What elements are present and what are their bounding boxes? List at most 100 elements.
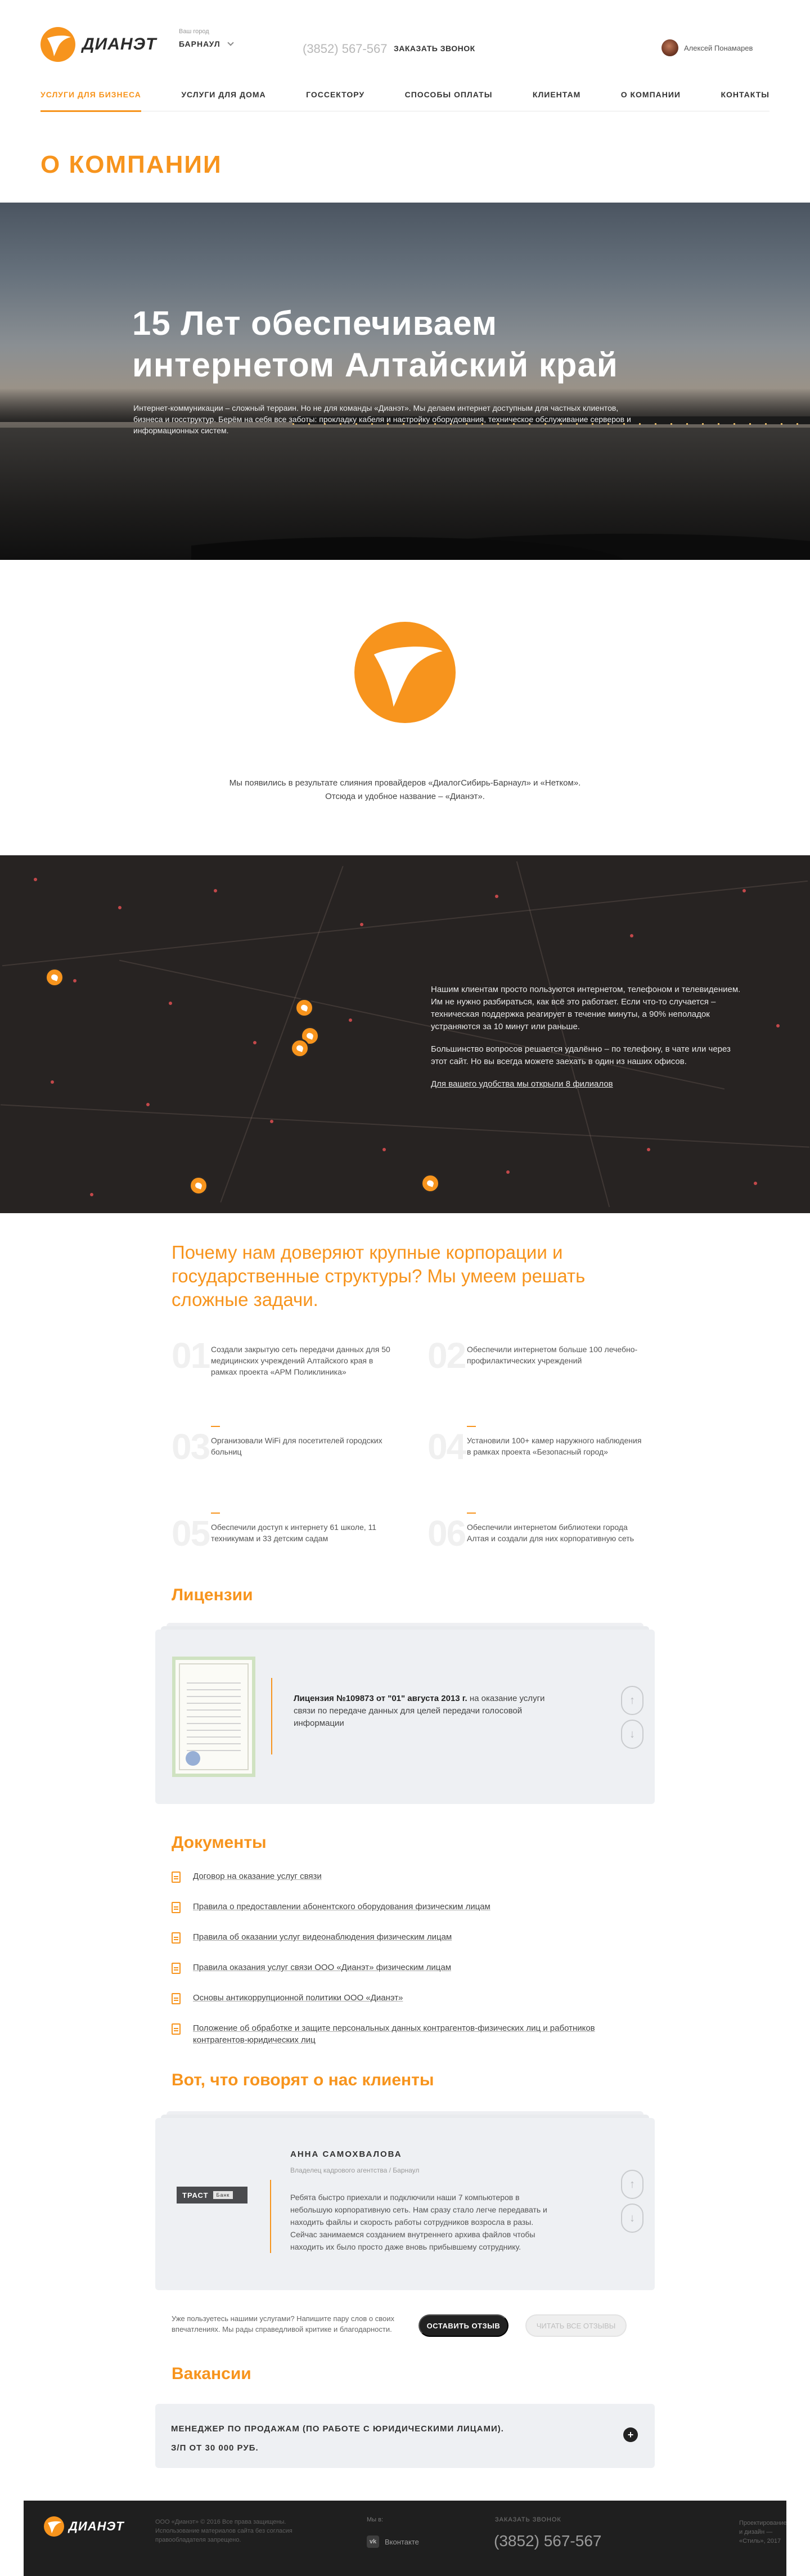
expand-icon[interactable]: + (623, 2427, 638, 2442)
branch-pin-icon[interactable] (290, 1039, 309, 1058)
map-town-dot (169, 1002, 172, 1005)
footer-order-call-link[interactable]: ЗАКАЗАТЬ ЗВОНОК (495, 2516, 561, 2523)
documents-heading: Документы (172, 1833, 267, 1852)
trust-item: 02 Обеспечили интернетом больше 100 лече… (428, 1335, 664, 1389)
footer-logo-text: ДИАНЭТ (69, 2519, 124, 2533)
prev-arrow-button[interactable]: ↑ (621, 1686, 644, 1715)
about-line-2: Отсюда и удобное название – «Дианэт». (325, 792, 485, 801)
arrow-down-icon: ↓ (629, 1727, 635, 1740)
copyright: ООО «Дианэт» © 2016 Все права защищены. … (155, 2519, 292, 2543)
document-link[interactable]: Правила о предоставлении абонентского об… (193, 1901, 490, 1913)
client-logo: ТРАСТ Банк (177, 2187, 248, 2203)
document-icon (172, 1872, 181, 1883)
vk-link[interactable]: vk Вконтакте (367, 2535, 419, 2548)
client-logo-sub: Банк (213, 2191, 233, 2199)
map-town-dot (34, 878, 37, 881)
vacancy-salary: З/П ОТ 30 000 РУБ. (171, 2443, 259, 2453)
nav-item-gov[interactable]: ГОССЕКТОРУ (306, 84, 364, 111)
logo-mark-icon (44, 2516, 64, 2537)
document-item: Договор на оказание услуг связи (172, 1870, 633, 1883)
map-town-dot (630, 934, 633, 937)
main-nav: УСЛУГИ ДЛЯ БИЗНЕСА УСЛУГИ ДЛЯ ДОМА ГОССЕ… (40, 84, 770, 112)
hero-rocks (191, 518, 810, 560)
map-town-dot (495, 895, 498, 898)
document-link[interactable]: Правила об оказании услуг видеонаблюдени… (193, 1931, 452, 1943)
map-road (0, 1104, 810, 1148)
nav-item-payment[interactable]: СПОСОБЫ ОПЛАТЫ (405, 84, 493, 111)
arrow-down-icon: ↓ (629, 2211, 635, 2224)
map-town-dot (90, 1193, 93, 1196)
trust-text: Обеспечили интернетом библиотеки города … (467, 1523, 634, 1543)
review-text: Ребята быстро приехали и подключили наши… (290, 2193, 547, 2251)
site-logo[interactable]: ДИАНЭТ (40, 27, 156, 62)
branch-pin-icon[interactable] (295, 998, 314, 1017)
prev-arrow-button[interactable]: ↑ (621, 2170, 644, 2199)
trust-number: 03 (172, 1426, 210, 1467)
site-header: ДИАНЭТ Ваш город БАРНАУЛ (3852) 567-567 … (0, 0, 810, 118)
document-icon (172, 1902, 181, 1913)
nav-item-home[interactable]: УСЛУГИ ДЛЯ ДОМА (181, 84, 266, 111)
trust-divider (211, 1426, 220, 1427)
avatar (662, 39, 678, 56)
hero-text: Интернет-коммуникации – сложный терраин.… (133, 403, 631, 435)
document-link[interactable]: Основы антикоррупционной политики ООО «Д… (193, 1992, 403, 2004)
next-arrow-button[interactable]: ↓ (621, 2203, 644, 2233)
chevron-down-icon (227, 39, 234, 46)
trust-divider (211, 1513, 220, 1514)
header-phone[interactable]: (3852) 567-567 (303, 42, 387, 56)
trust-divider (467, 1426, 476, 1427)
document-icon (172, 1963, 181, 1974)
city-value[interactable]: БАРНАУЛ (179, 39, 234, 48)
map-town-dot (349, 1018, 352, 1022)
trust-text: Организовали WiFi для посетителей городс… (211, 1436, 382, 1456)
branches-map[interactable]: Нашим клиентам просто пользуются интерне… (0, 855, 810, 1213)
branch-pin-icon[interactable] (45, 968, 64, 987)
map-town-dot (118, 906, 122, 909)
user-profile[interactable]: Алексей Понамарев (662, 39, 753, 56)
trust-item: 06 Обеспечили интернетом библиотеки горо… (428, 1513, 664, 1567)
card-divider (270, 2180, 271, 2253)
license-text: Лицензия №109873 от "01" августа 2013 г.… (294, 1693, 564, 1730)
nav-item-contacts[interactable]: КОНТАКТЫ (721, 84, 769, 111)
trust-title: Почему нам доверяют крупные корпорации и… (172, 1242, 586, 1310)
trust-item: 05 Обеспечили доступ к интернету 61 школ… (172, 1513, 408, 1567)
order-call-link[interactable]: ЗАКАЗАТЬ ЗВОНОК (394, 44, 475, 53)
vacancy-item[interactable]: МЕНЕДЖЕР ПО ПРОДАЖАМ (ПО РАБОТЕ С ЮРИДИЧ… (155, 2404, 655, 2468)
page-title: О КОМПАНИИ (40, 151, 222, 178)
reviews-carousel: ТРАСТ Банк АННА САМОХВАЛОВА Владелец кад… (155, 2111, 655, 2292)
map-town-dot (146, 1103, 150, 1106)
map-town-dot (382, 1148, 386, 1151)
footer-phone[interactable]: (3852) 567-567 (494, 2532, 601, 2550)
document-item: Основы антикоррупционной политики ООО «Д… (172, 1992, 633, 2004)
map-road (220, 865, 344, 1203)
map-town-dot (360, 923, 363, 926)
branch-pin-icon[interactable] (421, 1174, 440, 1193)
document-icon (172, 1993, 181, 2004)
vacancies-heading: Вакансии (172, 2364, 251, 2383)
license-card: Лицензия №109873 от "01" августа 2013 г.… (155, 1630, 655, 1804)
document-link[interactable]: Положение об обработке и защите персонал… (193, 2022, 633, 2046)
map-description: Нашим клиентам просто пользуются интерне… (431, 984, 746, 1090)
branch-pin-icon[interactable] (189, 1176, 208, 1195)
license-title: Лицензия №109873 от "01" августа 2013 г. (294, 1694, 467, 1703)
nav-item-clients[interactable]: КЛИЕНТАМ (533, 84, 580, 111)
nav-item-business[interactable]: УСЛУГИ ДЛЯ БИЗНЕСА (40, 84, 141, 112)
document-link[interactable]: Правила оказания услуг связи ООО «Дианэт… (193, 1962, 451, 1973)
vk-label: Вконтакте (385, 2537, 419, 2546)
read-all-reviews-button[interactable]: ЧИТАТЬ ВСЕ ОТЗЫВЫ (525, 2314, 627, 2337)
license-document-image[interactable] (172, 1657, 255, 1777)
map-town-dot (506, 1170, 510, 1174)
nav-item-about[interactable]: О КОМПАНИИ (621, 84, 681, 111)
license-lines (187, 1682, 241, 1757)
trust-number: 02 (428, 1335, 466, 1376)
review-card: ТРАСТ Банк АННА САМОХВАЛОВА Владелец кад… (155, 2118, 655, 2290)
trust-text: Установили 100+ камер наружного наблюден… (467, 1436, 642, 1456)
next-arrow-button[interactable]: ↓ (621, 1720, 644, 1749)
footer-logo[interactable]: ДИАНЭТ (44, 2516, 124, 2537)
branches-link[interactable]: Для вашего удобства мы открыли 8 филиало… (431, 1079, 613, 1089)
document-link[interactable]: Договор на оказание услуг связи (193, 1870, 322, 1882)
site-footer: ДИАНЭТ ООО «Дианэт» © 2016 Все права защ… (24, 2501, 787, 2576)
license-stamp (186, 1751, 200, 1766)
leave-review-button[interactable]: ОСТАВИТЬ ОТЗЫВ (418, 2314, 508, 2337)
city-selector[interactable]: Ваш город БАРНАУЛ (179, 28, 234, 48)
